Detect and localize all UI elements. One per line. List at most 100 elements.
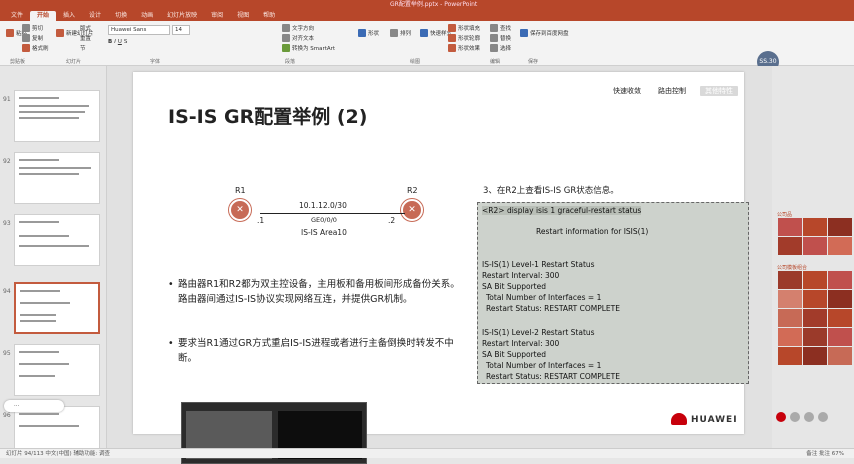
select-icon (490, 44, 498, 52)
template-tile[interactable] (828, 218, 852, 236)
slide-thumbnail[interactable] (14, 90, 100, 142)
reset-button[interactable]: 重置 (80, 34, 91, 42)
slide-thumbnail[interactable] (14, 152, 100, 204)
cut-button[interactable]: 剪切 (22, 24, 43, 32)
format-painter-button[interactable]: 格式刷 (22, 44, 49, 52)
design-ideas-pane: 公司品 公司模板组合 (772, 66, 854, 448)
font-format-buttons[interactable]: BIUS (108, 39, 127, 45)
group-label-editing: 编辑 (490, 59, 501, 65)
cli-line: IS-IS(1) Level-2 Restart Status (482, 328, 595, 337)
thumb-number: 94 (3, 288, 11, 295)
slide-thumbnail-selected[interactable] (14, 282, 100, 334)
shapes-button[interactable]: 形状 (358, 29, 379, 37)
smartart-icon (282, 44, 290, 52)
section-button[interactable]: 节 (80, 44, 86, 52)
template-tile[interactable] (778, 271, 802, 289)
bullet-item: • 要求当R1通过GR方式重启IS-IS进程或者进行主备倒换时转发不中断。 (168, 338, 454, 364)
template-tile[interactable] (778, 218, 802, 236)
outline-icon (448, 34, 456, 42)
tab-review[interactable]: 审阅 (204, 11, 230, 21)
template-tile[interactable] (778, 309, 802, 327)
group-label-save: 保存 (528, 59, 539, 65)
mic-icon[interactable] (790, 412, 800, 422)
copy-button[interactable]: 复制 (22, 34, 43, 42)
chat-bubble[interactable]: ⋯ (4, 400, 64, 412)
font-size-select[interactable]: 14 (172, 25, 190, 35)
template-tile[interactable] (828, 271, 852, 289)
router-icon: ✕ (401, 199, 423, 221)
layout-button[interactable]: 版式 (80, 24, 91, 32)
slide-thumbnail[interactable] (14, 214, 100, 266)
group-label-clipboard: 剪贴板 (10, 59, 26, 65)
ribbon: 粘贴 剪切 复制 格式刷 新建幻灯片 版式 重置 节 Huawei Sans 1… (0, 21, 854, 73)
replace-button[interactable]: 替换 (490, 34, 511, 42)
ribbon-tabs: 文件 开始 插入 设计 切换 动画 幻灯片放映 审阅 视图 帮助 (0, 9, 854, 21)
template-grid (778, 218, 853, 255)
template-tile[interactable] (778, 237, 802, 255)
interface-label: GE0/0/0 (311, 216, 337, 224)
paste-icon (6, 29, 14, 37)
shape-effects-button[interactable]: 形状效果 (448, 44, 480, 52)
template-tile[interactable] (803, 309, 827, 327)
select-button[interactable]: 选择 (490, 44, 511, 52)
sogou-icon[interactable] (776, 412, 786, 422)
router-label-r1: R1 (235, 186, 246, 195)
find-button[interactable]: 查找 (490, 24, 511, 32)
cli-line: Restart Status: RESTART COMPLETE (486, 372, 620, 381)
tab-transitions[interactable]: 切换 (108, 11, 134, 21)
tab-help[interactable]: 帮助 (256, 11, 282, 21)
tab-view[interactable]: 视图 (230, 11, 256, 21)
arrange-button[interactable]: 排列 (390, 29, 411, 37)
smartart-button[interactable]: 转换为 SmartArt (282, 44, 335, 52)
align-text-button[interactable]: 对齐文本 (282, 34, 314, 42)
cli-line: Restart Interval: 300 (482, 339, 560, 348)
template-tile[interactable] (803, 290, 827, 308)
cli-line: SA Bit Supported (482, 282, 546, 291)
quick-styles-icon (420, 29, 428, 37)
template-tile[interactable] (828, 309, 852, 327)
template-tile[interactable] (803, 328, 827, 346)
text-direction-button[interactable]: 文字方向 (282, 24, 314, 32)
template-tile[interactable] (778, 290, 802, 308)
bold-icon: B (108, 39, 113, 45)
font-name-select[interactable]: Huawei Sans (108, 25, 170, 35)
template-tile[interactable] (778, 328, 802, 346)
template-tile[interactable] (828, 347, 852, 365)
tab-file[interactable]: 文件 (4, 11, 30, 21)
template-tile[interactable] (803, 271, 827, 289)
huawei-logo-text: HUAWEI (691, 415, 738, 425)
slide-thumbnail[interactable] (14, 344, 100, 396)
settings-icon[interactable] (818, 412, 828, 422)
tab-slideshow[interactable]: 幻灯片放映 (160, 11, 204, 21)
template-tile[interactable] (803, 237, 827, 255)
tab-design[interactable]: 设计 (82, 11, 108, 21)
save-to-baidu-button[interactable]: 保存到百度网盘 (520, 29, 569, 37)
slide-thumbnail[interactable] (14, 406, 100, 448)
router-label-r2: R2 (407, 186, 418, 195)
group-label-font: 字体 (150, 59, 161, 65)
tab-insert[interactable]: 插入 (56, 11, 82, 21)
thumb-number: 92 (3, 158, 11, 165)
search-icon (490, 24, 498, 32)
shape-fill-button[interactable]: 形状填充 (448, 24, 480, 32)
tab-animations[interactable]: 动画 (134, 11, 160, 21)
status-bar: 幻灯片 94/113 中文(中国) 辅助功能: 调查 备注 批注 67% (0, 448, 854, 458)
template-tile[interactable] (828, 328, 852, 346)
link-line (260, 213, 405, 214)
align-text-icon (282, 34, 290, 42)
template-tile[interactable] (778, 347, 802, 365)
keyboard-icon[interactable] (804, 412, 814, 422)
shape-outline-button[interactable]: 形状轮廓 (448, 34, 480, 42)
template-tile[interactable] (828, 237, 852, 255)
group-label-drawing: 绘图 (410, 59, 421, 65)
template-tile[interactable] (828, 290, 852, 308)
template-tile[interactable] (803, 347, 827, 365)
tab-home[interactable]: 开始 (30, 11, 57, 21)
effects-icon (448, 44, 456, 52)
router-icon: ✕ (229, 199, 251, 221)
panel-bottom-icons (776, 412, 828, 422)
template-tile[interactable] (803, 218, 827, 236)
slide-canvas[interactable]: 快速收敛 路由控制 其他特性 IS-IS GR配置举例 (2) R1 R2 ✕ … (133, 72, 749, 464)
slide-thumbnails-pane: 91 92 93 94 95 96 (0, 66, 107, 448)
cli-header: Restart information for ISIS(1) (536, 227, 649, 236)
